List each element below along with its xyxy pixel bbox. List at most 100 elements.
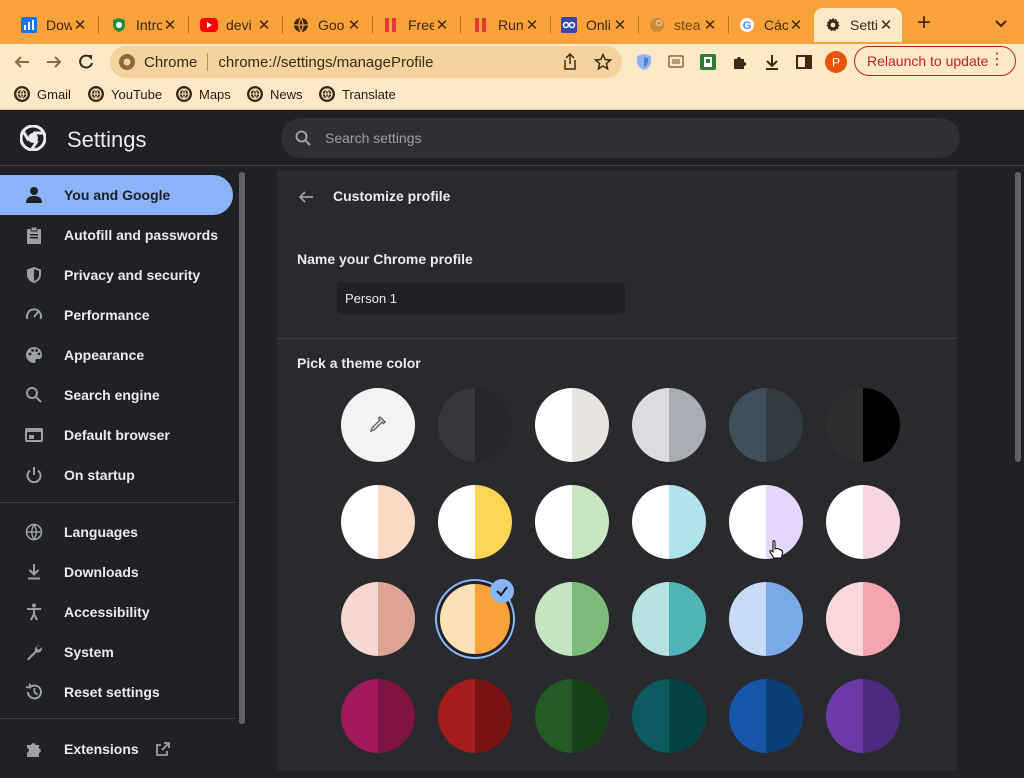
tab-8[interactable]: G Các ✕ (728, 8, 812, 42)
bookmark-news[interactable]: News (247, 86, 303, 102)
url-text[interactable]: chrome://settings/manageProfile (218, 54, 433, 71)
search-input[interactable]: Search settings (281, 118, 960, 158)
theme-color-swatch[interactable] (438, 388, 512, 462)
bookmark-translate[interactable]: Translate (319, 86, 396, 102)
back-icon[interactable] (10, 50, 34, 74)
theme-color-swatch[interactable] (632, 485, 706, 559)
theme-color-swatch[interactable] (632, 388, 706, 462)
theme-color-swatch[interactable] (535, 485, 609, 559)
download-icon[interactable] (760, 50, 784, 74)
close-icon[interactable]: ✕ (878, 17, 894, 34)
circuit-favicon-icon (560, 16, 578, 34)
close-icon[interactable]: ✕ (702, 17, 718, 34)
more-vert-icon[interactable]: ⋮ (989, 52, 1005, 68)
theme-color-swatch[interactable] (632, 679, 706, 753)
chevron-down-icon[interactable] (990, 14, 1012, 34)
tab-1[interactable]: Intro ✕ (100, 8, 186, 42)
close-icon[interactable]: ✕ (612, 17, 628, 34)
sidebar-item-search-engine[interactable]: Search engine (0, 375, 233, 415)
tab-7[interactable]: stea ✕ (638, 8, 726, 42)
puzzle-icon[interactable] (728, 50, 752, 74)
main-content: Customize profile Name your Chrome profi… (249, 166, 1012, 770)
sidebar-item-autofill[interactable]: Autofill and passwords (0, 215, 233, 255)
green-extension-icon[interactable] (696, 50, 720, 74)
svg-text:G: G (743, 20, 752, 32)
sidebar-item-downloads[interactable]: Downloads (0, 552, 233, 592)
theme-color-swatch[interactable] (729, 679, 803, 753)
sidebar-item-default-browser[interactable]: Default browser (0, 415, 233, 455)
theme-color-swatch[interactable] (826, 679, 900, 753)
avatar[interactable]: P (824, 50, 848, 74)
sidebar-item-reset-settings[interactable]: Reset settings (0, 672, 233, 712)
sidebar-scrollbar[interactable] (237, 170, 247, 768)
site-info[interactable]: Chrome (118, 53, 197, 71)
new-tab-button[interactable]: + (912, 11, 936, 36)
tab-2[interactable]: devi ✕ (190, 8, 280, 42)
theme-color-swatch[interactable] (438, 579, 514, 656)
tab-0[interactable]: Dow ✕ (10, 8, 96, 42)
close-icon[interactable]: ✕ (788, 17, 804, 34)
address-bar[interactable]: Chrome chrome://settings/manageProfile (110, 46, 622, 78)
chrome-logo-icon (19, 124, 47, 152)
theme-color-swatch[interactable] (729, 485, 803, 559)
theme-color-swatch[interactable] (535, 582, 609, 656)
theme-color-swatch[interactable] (341, 582, 415, 656)
side-panel-icon[interactable] (792, 50, 816, 74)
sidebar-item-performance[interactable]: Performance (0, 295, 233, 335)
chrome-icon (119, 54, 135, 70)
tab-3[interactable]: Goo ✕ (282, 8, 370, 42)
tab-4[interactable]: Free ✕ (372, 8, 458, 42)
bookmark-gmail[interactable]: Gmail (14, 86, 71, 102)
bookmark-maps[interactable]: Maps (176, 86, 231, 102)
sidebar-item-label: Languages (64, 524, 138, 540)
close-icon[interactable]: ✕ (346, 17, 362, 34)
close-icon[interactable]: ✕ (162, 17, 178, 34)
theme-color-swatch[interactable] (826, 485, 900, 559)
close-icon[interactable]: ✕ (434, 17, 450, 34)
sidebar-item-languages[interactable]: Languages (0, 512, 233, 552)
theme-color-swatch[interactable] (826, 582, 900, 656)
close-icon[interactable]: ✕ (256, 17, 272, 34)
sidebar: You and Google Autofill and passwords Pr… (0, 166, 236, 768)
theme-color-swatch[interactable] (341, 679, 415, 753)
theme-color-swatch[interactable] (438, 679, 512, 753)
sidebar-item-extensions[interactable]: Extensions (0, 729, 233, 769)
page-scrollbar[interactable] (1012, 166, 1024, 768)
share-icon[interactable] (562, 52, 578, 76)
sidebar-item-privacy[interactable]: Privacy and security (0, 255, 233, 295)
custom-color-picker[interactable] (341, 388, 415, 462)
theme-color-swatch[interactable] (535, 679, 609, 753)
theme-color-swatch[interactable] (729, 388, 803, 462)
tab-6[interactable]: Onli ✕ (550, 8, 636, 42)
globe-favicon-icon (292, 16, 310, 34)
theme-color-swatch[interactable] (535, 388, 609, 462)
close-icon[interactable]: ✕ (72, 17, 88, 34)
reload-icon[interactable] (74, 50, 98, 74)
wrench-icon (24, 642, 44, 662)
youtube-favicon-icon (200, 16, 218, 34)
relaunch-button[interactable]: Relaunch to update ⋮ (854, 46, 1016, 76)
sidebar-item-you-and-google[interactable]: You and Google (0, 175, 233, 215)
sidebar-item-appearance[interactable]: Appearance (0, 335, 233, 375)
back-arrow-icon[interactable] (295, 186, 317, 208)
theme-color-swatch[interactable] (438, 485, 512, 559)
sidebar-item-on-startup[interactable]: On startup (0, 455, 233, 495)
close-icon[interactable]: ✕ (524, 17, 540, 34)
theme-color-swatch[interactable] (826, 388, 900, 462)
sidebar-item-accessibility[interactable]: Accessibility (0, 592, 233, 632)
tab-title: Intro (136, 17, 162, 33)
sidebar-item-label: Privacy and security (64, 267, 201, 283)
profile-name-input[interactable] (337, 282, 625, 314)
theme-color-swatch[interactable] (341, 485, 415, 559)
tab-5[interactable]: Run ✕ (462, 8, 548, 42)
star-icon[interactable] (593, 52, 613, 76)
theme-color-swatch[interactable] (729, 582, 803, 656)
cast-extension-icon[interactable] (664, 50, 688, 74)
sidebar-item-system[interactable]: System (0, 632, 233, 672)
shield-extension-icon[interactable] (632, 50, 656, 74)
theme-color-swatch[interactable] (632, 582, 706, 656)
forward-icon[interactable] (42, 50, 66, 74)
tab-9[interactable]: Setti ✕ (814, 8, 902, 42)
bookmark-youtube[interactable]: YouTube (88, 86, 162, 102)
sidebar-item-label: Autofill and passwords (64, 227, 219, 243)
